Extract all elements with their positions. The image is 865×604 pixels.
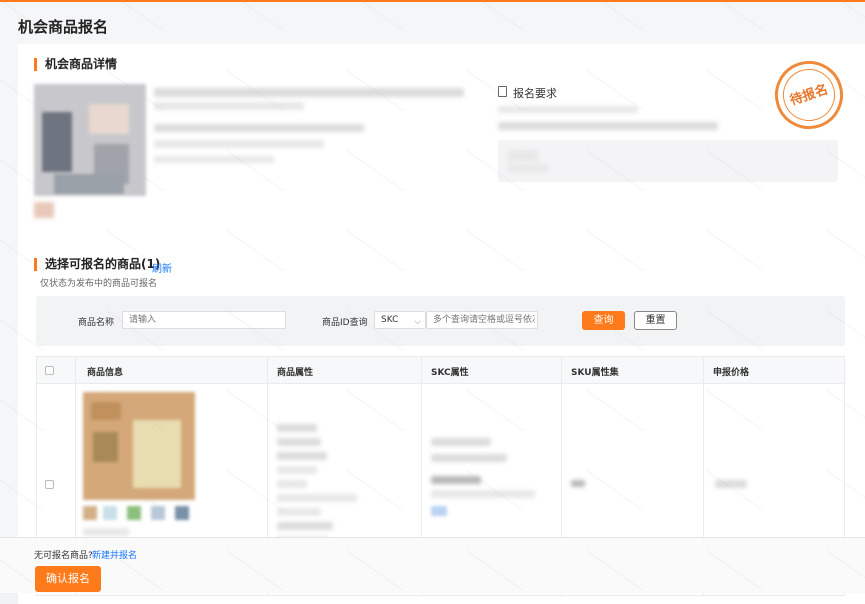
- skc-line: [431, 438, 491, 446]
- refresh-link[interactable]: 刷新: [152, 260, 172, 275]
- attribute-line: [277, 452, 327, 460]
- attribute-line: [277, 508, 321, 516]
- detail-text-line: [154, 88, 464, 97]
- reset-button[interactable]: 重置: [634, 311, 677, 330]
- skc-line: [431, 490, 535, 498]
- requirement-box: [498, 140, 838, 182]
- row-product-image: [83, 392, 195, 500]
- id-type-select[interactable]: SKC ⌵: [374, 311, 426, 329]
- detail-section-title: 机会商品详情: [34, 58, 117, 71]
- requirement-line: [498, 106, 638, 113]
- detail-product-thumb: [34, 202, 54, 218]
- filter-panel: 商品名称 商品ID查询 SKC ⌵ 查询 重置: [36, 296, 845, 346]
- page: 机会商品报名 机会商品详情 报名要求 待报名 选择可报名的商品(1) 刷新 仅状…: [0, 2, 865, 604]
- status-stamp: 待报名: [766, 52, 852, 138]
- attribute-line: [277, 522, 333, 530]
- column-header: SKU属性集: [571, 368, 619, 378]
- price-value: [715, 480, 747, 488]
- confirm-register-button[interactable]: 确认报名: [35, 566, 101, 592]
- footer-bar: 无可报名商品? 新建并报名 确认报名: [0, 537, 865, 593]
- row-product-text: [83, 528, 129, 536]
- column-header: SKC属性: [431, 368, 469, 378]
- requirement-line: [498, 122, 718, 130]
- detail-text-line: [154, 140, 324, 148]
- selection-note: 仅状态为发布中的商品可报名: [40, 279, 158, 289]
- select-all-checkbox[interactable]: [45, 366, 54, 375]
- requirements-title: 报名要求: [513, 87, 557, 100]
- row-checkbox[interactable]: [45, 480, 54, 489]
- create-and-register-link[interactable]: 新建并报名: [92, 548, 137, 561]
- column-header: 商品属性: [277, 368, 314, 378]
- content-card: 机会商品详情 报名要求 待报名 选择可报名的商品(1) 刷新 仅状态为发布中的商…: [18, 44, 865, 604]
- attribute-line: [277, 424, 317, 432]
- skc-line: [431, 476, 481, 484]
- product-id-input[interactable]: [426, 311, 538, 329]
- document-icon: [498, 86, 507, 97]
- product-name-input[interactable]: [122, 311, 286, 329]
- attribute-line: [277, 466, 317, 474]
- attribute-line: [277, 438, 321, 446]
- skc-tag: [431, 506, 447, 516]
- detail-text-line: [154, 124, 364, 132]
- product-name-label: 商品名称: [78, 318, 115, 328]
- skc-line: [431, 454, 507, 462]
- search-button[interactable]: 查询: [582, 311, 625, 330]
- page-title: 机会商品报名: [18, 18, 109, 36]
- id-type-selected: SKC: [381, 315, 399, 325]
- attribute-line: [277, 494, 357, 502]
- sku-line: [571, 480, 585, 487]
- attribute-line: [277, 480, 307, 488]
- detail-product-image: [34, 84, 146, 196]
- chevron-down-icon: ⌵: [414, 317, 421, 327]
- detail-text-line: [154, 102, 304, 110]
- column-header: 商品信息: [87, 368, 124, 378]
- column-header: 申报价格: [713, 368, 750, 378]
- selection-section-title: 选择可报名的商品(1): [34, 258, 160, 271]
- no-product-text: 无可报名商品?: [34, 551, 93, 561]
- detail-text-line: [154, 156, 274, 163]
- product-id-label: 商品ID查询: [322, 318, 368, 328]
- table-header: 商品信息 商品属性 SKC属性 SKU属性集 申报价格: [37, 357, 844, 384]
- row-color-swatches: [83, 506, 195, 520]
